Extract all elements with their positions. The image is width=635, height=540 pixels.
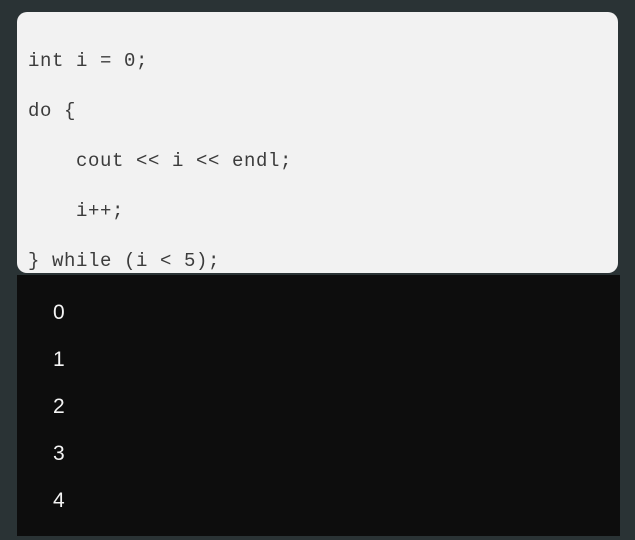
output-line: 3 (53, 442, 65, 465)
code-editor-panel: int i = 0; do { cout << i << endl; i++; … (17, 12, 618, 273)
code-line: cout << i << endl; (28, 150, 293, 172)
output-line: 4 (53, 489, 65, 512)
output-line: 0 (53, 301, 65, 324)
code-line: int i = 0; (28, 50, 149, 72)
output-line: 2 (53, 395, 65, 418)
code-line: i++; (28, 200, 125, 222)
code-line: } while (i < 5); (28, 250, 221, 272)
output-line: 1 (53, 348, 65, 371)
slide-canvas: int i = 0; do { cout << i << endl; i++; … (0, 0, 635, 540)
terminal-output-panel: 0 1 2 3 4 (17, 275, 620, 536)
code-line: do { (28, 100, 77, 122)
